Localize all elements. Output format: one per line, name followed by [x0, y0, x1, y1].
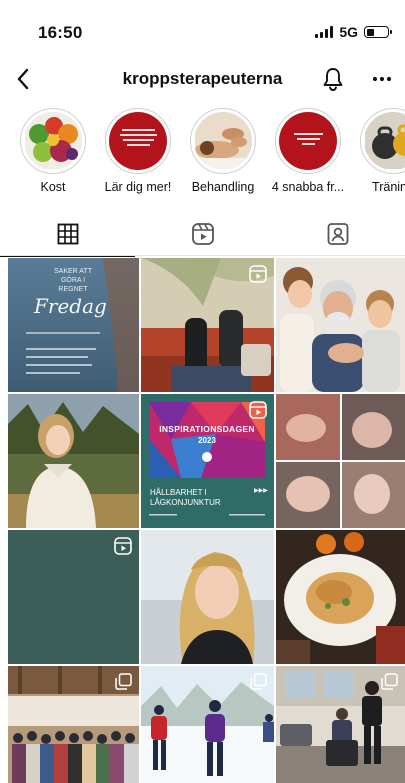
battery-fill — [366, 28, 374, 36]
post-tile-8[interactable] — [141, 530, 274, 664]
tab-tagged[interactable] — [270, 212, 405, 256]
bell-icon — [323, 68, 343, 91]
story-highlights: Kost Lär dig mer! Behandling 4 snabba fr… — [0, 108, 405, 200]
post-1-line1: SAKER ATT — [54, 268, 92, 275]
highlight-ring — [105, 108, 171, 174]
highlight-label: 4 snabba fr... — [271, 180, 345, 194]
post-tile-1[interactable]: SAKER ATT GÖRA I REGNET Fredag — [8, 258, 139, 392]
post-tile-5[interactable]: ▶▶▶ INSPIRATIONSDAGEN 2023 HÅLLBARHET I … — [141, 394, 274, 528]
highlight-cover-lar-dig-mer — [109, 112, 167, 170]
reel-badge-icon — [249, 265, 267, 283]
highlight-ring — [360, 108, 405, 174]
post-image-pasta-dish — [276, 530, 405, 664]
highlight-traning[interactable]: Träning — [353, 108, 405, 194]
post-image-grandfather-children — [276, 258, 405, 392]
highlight-behandling[interactable]: Behandling — [183, 108, 263, 194]
reels-icon — [191, 223, 214, 245]
post-5-line2: LÅGKONJUNKTUR — [150, 498, 221, 507]
highlight-label: Behandling — [191, 180, 255, 194]
profile-tabs — [0, 212, 405, 257]
posts-grid: SAKER ATT GÖRA I REGNET Fredag ▶▶▶ INSPI… — [8, 258, 405, 783]
post-tile-6[interactable] — [276, 394, 405, 528]
post-tile-2[interactable] — [141, 258, 274, 392]
post-image-woman-forest — [8, 394, 139, 528]
post-image-collage-hands — [276, 394, 405, 528]
highlight-label: Lär dig mer! — [104, 180, 172, 194]
tagged-person-icon — [327, 223, 348, 245]
highlight-label: Träning — [372, 180, 405, 194]
signal-icon — [315, 26, 334, 38]
status-bar: 16:50 5G — [0, 0, 405, 58]
post-1-line3: REGNET — [58, 286, 88, 293]
highlight-ring — [275, 108, 341, 174]
post-tile-3[interactable] — [276, 258, 405, 392]
post-5-year: 2023 — [198, 436, 216, 445]
network-type: 5G — [339, 24, 358, 40]
post-tile-7[interactable] — [8, 530, 139, 664]
post-1-heading: SAKER ATT GÖRA I REGNET — [48, 267, 98, 294]
post-1-line2: GÖRA I — [60, 277, 86, 284]
more-options-button[interactable] — [368, 65, 396, 93]
highlight-cover-behandling — [194, 112, 252, 170]
profile-header: kroppsterapeuterna — [0, 58, 405, 100]
post-tile-10[interactable] — [8, 666, 139, 783]
highlight-lar-dig-mer[interactable]: Lär dig mer! — [98, 108, 178, 194]
post-tile-4[interactable] — [8, 394, 139, 528]
status-indicators: 5G — [315, 24, 392, 40]
post-tile-9[interactable] — [276, 530, 405, 664]
svg-text:▶▶▶: ▶▶▶ — [254, 487, 268, 494]
post-image-woman-portrait — [141, 530, 274, 664]
carousel-badge-icon — [115, 673, 132, 690]
battery-icon — [364, 26, 392, 38]
post-1-script: Fredag — [34, 294, 107, 318]
reel-badge-icon — [249, 401, 267, 419]
tab-grid[interactable] — [0, 212, 135, 257]
highlight-4-snabba[interactable]: 4 snabba fr... — [268, 108, 348, 194]
highlight-cover-kost — [24, 112, 82, 170]
status-time: 16:50 — [38, 23, 83, 42]
highlight-cover-traning — [364, 112, 405, 170]
notifications-button[interactable] — [320, 65, 346, 93]
carousel-badge-icon — [250, 673, 267, 690]
reel-badge-icon — [114, 537, 132, 555]
grid-icon — [57, 223, 78, 245]
highlight-label: Kost — [40, 180, 66, 194]
highlight-ring — [20, 108, 86, 174]
post-5-title: INSPIRATIONSDAGEN — [159, 424, 255, 434]
post-5-line1: HÅLLBARHET I — [150, 488, 207, 497]
post-tile-12[interactable] — [276, 666, 405, 783]
post-5-subtitle: HÅLLBARHET I LÅGKONJUNKTUR — [150, 488, 221, 508]
highlight-ring — [190, 108, 256, 174]
post-tile-11[interactable] — [141, 666, 274, 783]
highlight-kost[interactable]: Kost — [13, 108, 93, 194]
carousel-badge-icon — [381, 673, 398, 690]
highlight-cover-4-snabba — [279, 112, 337, 170]
more-horizontal-icon — [372, 76, 392, 82]
tab-reels[interactable] — [135, 212, 270, 256]
